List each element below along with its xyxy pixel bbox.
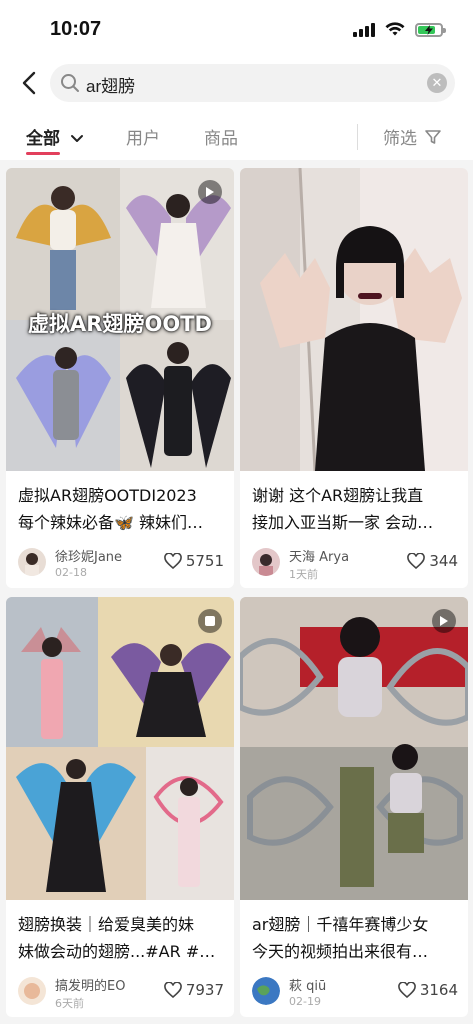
- post-card[interactable]: ar翅膀｜千禧年赛博少女 今天的视频拍出来很有… 萩 qiū 02-19 316…: [240, 597, 468, 1017]
- tab-all[interactable]: 全部: [26, 124, 84, 149]
- post-thumbnail: [240, 597, 468, 900]
- status-time: 10:07: [50, 18, 102, 40]
- thumbnail-caption: 虚拟AR翅膀OOTD: [28, 312, 212, 336]
- tab-users[interactable]: 用户: [126, 124, 160, 149]
- post-meta: 萩 qiū 02-19 3164: [252, 975, 458, 1013]
- back-button[interactable]: [14, 68, 44, 98]
- active-tab-indicator: [26, 152, 60, 155]
- video-badge: [198, 180, 222, 204]
- post-thumbnail: [240, 168, 468, 471]
- post-thumbnail: [6, 597, 234, 900]
- like-count: 3164: [419, 981, 458, 999]
- author-name[interactable]: 萩 qiū: [289, 975, 326, 994]
- like-button[interactable]: 3164: [398, 981, 458, 999]
- heart-icon: [164, 982, 182, 998]
- post-title-line: 每个辣妹必备🦋 辣妹们…: [18, 513, 204, 532]
- status-icons: [353, 22, 446, 37]
- signal-icon: [353, 22, 375, 37]
- author-name[interactable]: 搞发明的EO: [55, 975, 125, 994]
- search-input[interactable]: ar翅膀: [86, 72, 135, 97]
- play-icon: [206, 187, 214, 197]
- tab-all-label: 全部: [26, 129, 60, 149]
- post-title-line: 妹做会动的翅膀...#AR #…: [18, 942, 216, 961]
- post-title-line: 翅膀换装｜给爱臭美的妹: [18, 915, 195, 934]
- status-bar: 10:07: [0, 0, 473, 62]
- post-title-line: 今天的视频拍出来很有…: [252, 942, 429, 961]
- avatar[interactable]: [18, 977, 46, 1005]
- post-card[interactable]: 虚拟AR翅膀OOTD 虚拟AR翅膀OOTDI2023 每个辣妹必备🦋 辣妹们… …: [6, 168, 234, 588]
- post-title-line: ar翅膀｜千禧年赛博少女: [252, 915, 429, 934]
- post-title: 虚拟AR翅膀OOTDI2023 每个辣妹必备🦋 辣妹们…: [18, 482, 222, 536]
- avatar[interactable]: [18, 548, 46, 576]
- post-date: 1天前: [289, 568, 318, 581]
- post-title-line: 谢谢 这个AR翅膀让我直: [252, 486, 424, 505]
- post-meta: 徐珍妮Jane 02-18 5751: [18, 546, 224, 584]
- post-meta: 天海 Arya 1天前 344: [252, 546, 458, 584]
- post-title-line: 接加入亚当斯一家 会动…: [252, 513, 434, 532]
- post-card[interactable]: 谢谢 这个AR翅膀让我直 接加入亚当斯一家 会动… 天海 Arya 1天前 34…: [240, 168, 468, 588]
- wifi-icon: [385, 22, 405, 36]
- heart-icon: [407, 553, 426, 569]
- chevron-down-icon: [70, 135, 83, 142]
- post-thumbnail: 虚拟AR翅膀OOTD: [6, 168, 234, 471]
- avatar[interactable]: [252, 977, 280, 1005]
- play-icon: [440, 616, 448, 626]
- tab-products[interactable]: 商品: [204, 124, 238, 149]
- battery-icon: [415, 22, 446, 37]
- search-icon: [61, 74, 79, 92]
- author-name[interactable]: 天海 Arya: [289, 546, 349, 565]
- like-count: 5751: [185, 552, 224, 570]
- post-title: ar翅膀｜千禧年赛博少女 今天的视频拍出来很有…: [252, 911, 456, 965]
- post-title: 翅膀换装｜给爱臭美的妹 妹做会动的翅膀...#AR #…: [18, 911, 222, 965]
- post-title-line: 虚拟AR翅膀OOTDI2023: [18, 486, 197, 505]
- post-meta: 搞发明的EO 6天前 7937: [18, 975, 224, 1013]
- post-date: 02-18: [55, 566, 87, 579]
- heart-icon: [398, 982, 416, 998]
- filter-label: 筛选: [383, 129, 417, 149]
- close-icon: ✕: [431, 75, 443, 91]
- post-card[interactable]: 翅膀换装｜给爱臭美的妹 妹做会动的翅膀...#AR #… 搞发明的EO 6天前 …: [6, 597, 234, 1017]
- chevron-left-icon: [22, 71, 36, 95]
- author-name[interactable]: 徐珍妮Jane: [55, 546, 122, 565]
- album-badge: [198, 609, 222, 633]
- video-badge: [432, 609, 456, 633]
- filter-icon: [425, 130, 442, 144]
- clear-search-button[interactable]: ✕: [427, 73, 447, 93]
- filter-tabs: 全部 用户 商品 筛选: [0, 104, 473, 160]
- like-count: 7937: [185, 981, 224, 999]
- post-date: 02-19: [289, 995, 321, 1008]
- heart-icon: [164, 553, 182, 569]
- filter-button[interactable]: 筛选: [383, 124, 442, 149]
- like-count: 344: [429, 552, 458, 570]
- tabs-divider: [357, 124, 358, 150]
- like-button[interactable]: 5751: [164, 552, 224, 570]
- search-box[interactable]: ar翅膀 ✕: [50, 64, 455, 102]
- search-bar-row: ar翅膀 ✕: [0, 62, 473, 104]
- post-title: 谢谢 这个AR翅膀让我直 接加入亚当斯一家 会动…: [252, 482, 456, 536]
- like-button[interactable]: 344: [407, 552, 458, 570]
- avatar[interactable]: [252, 548, 280, 576]
- post-date: 6天前: [55, 997, 84, 1010]
- like-button[interactable]: 7937: [164, 981, 224, 999]
- image-icon: [205, 616, 215, 626]
